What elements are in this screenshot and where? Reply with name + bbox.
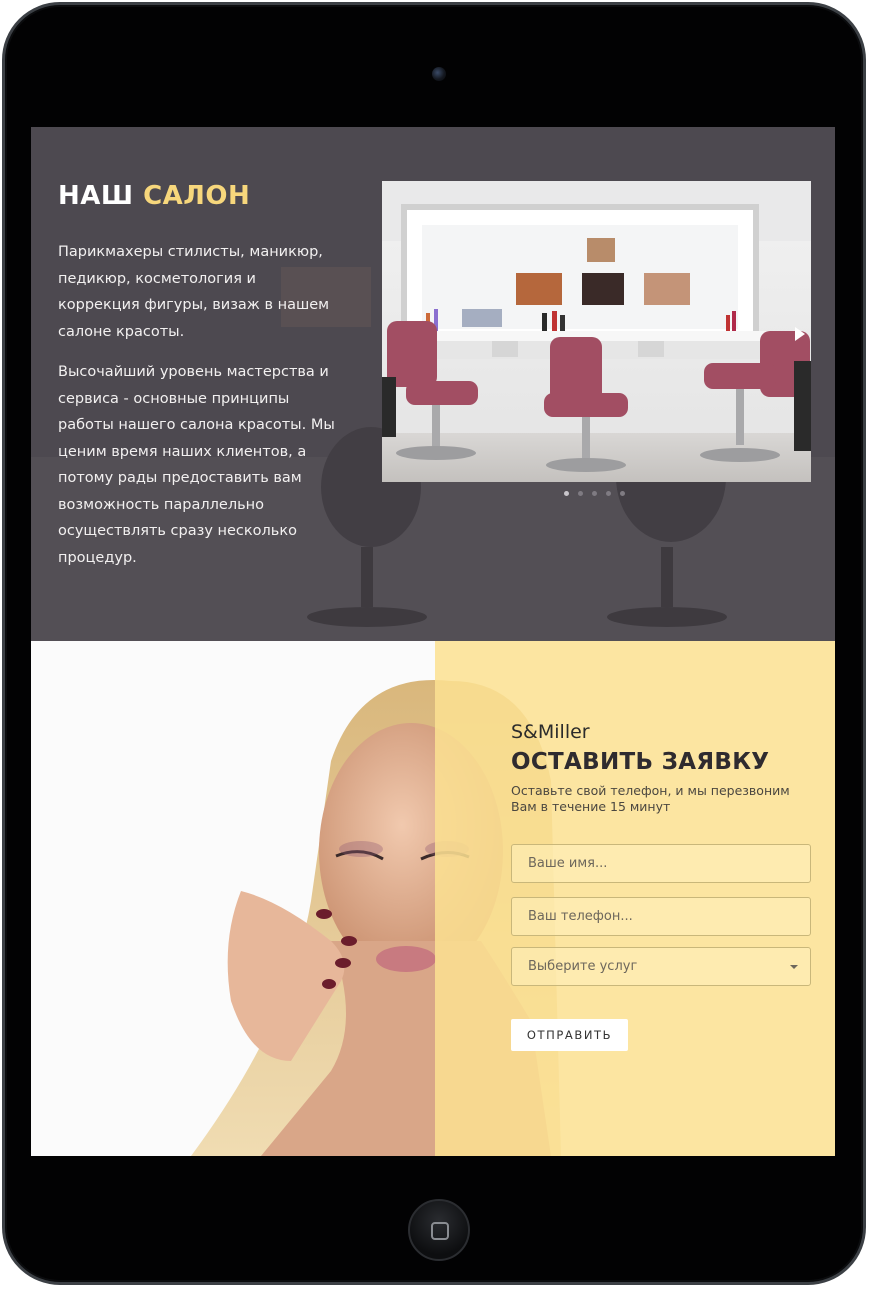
salon-title-part2: САЛОН [143, 181, 251, 211]
slider-dots [564, 491, 625, 496]
brand-name: S&Miller [511, 721, 590, 743]
screen: НАШ САЛОН Парикмахеры стилисты, маникюр,… [31, 127, 835, 1156]
camera-icon [432, 67, 446, 81]
form-title: ОСТАВИТЬ ЗАЯВКУ [511, 749, 770, 775]
salon-photo-slider[interactable] [382, 181, 811, 482]
salon-paragraph-2: Высочайший уровень мастерства и сервиса … [58, 364, 335, 566]
submit-button[interactable]: ОТПРАВИТЬ [511, 1019, 628, 1051]
salon-interior-photo [382, 181, 811, 482]
next-slide-arrow-icon[interactable] [795, 327, 805, 341]
slider-dot-4[interactable] [606, 491, 611, 496]
form-subtitle: Оставьте свой телефон, и мы перезвоним В… [511, 783, 790, 814]
slider-dot-1[interactable] [564, 491, 569, 496]
slider-dot-2[interactable] [578, 491, 583, 496]
slider-dot-5[interactable] [620, 491, 625, 496]
salon-description: Парикмахеры стилисты, маникюр, педикюр, … [58, 239, 338, 585]
home-button[interactable] [408, 1199, 470, 1261]
phone-field[interactable] [511, 897, 811, 936]
service-select[interactable]: Выберите услуг [511, 947, 811, 986]
service-select-value: Выберите услуг [528, 959, 638, 974]
home-square-icon [431, 1222, 449, 1240]
salon-title: НАШ САЛОН [58, 181, 250, 211]
salon-section: НАШ САЛОН Парикмахеры стилисты, маникюр,… [31, 127, 835, 641]
slider-dot-3[interactable] [592, 491, 597, 496]
salon-title-part1: НАШ [58, 181, 134, 211]
salon-paragraph-1: Парикмахеры стилисты, маникюр, педикюр, … [58, 244, 330, 340]
request-section: S&Miller ОСТАВИТЬ ЗАЯВКУ Оставьте свой т… [31, 641, 835, 1156]
name-field[interactable] [511, 844, 811, 883]
chevron-down-icon [790, 964, 798, 969]
